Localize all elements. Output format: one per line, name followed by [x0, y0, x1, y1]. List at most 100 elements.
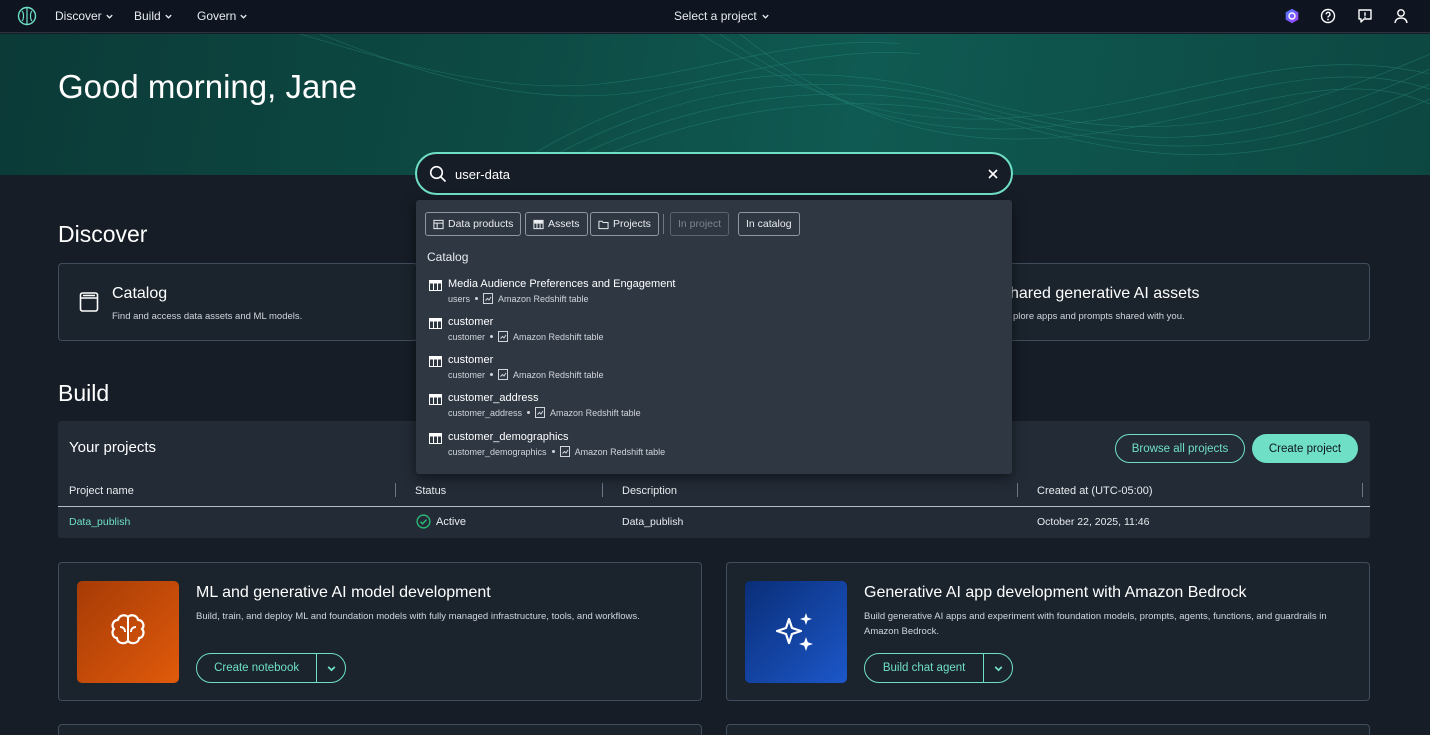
filter-chip-assets-label: Assets [548, 218, 580, 230]
search-result-item[interactable]: Media Audience Preferences and Engagemen… [426, 278, 1001, 314]
shared-ai-assets-desc: plore apps and prompts shared with you. [1013, 311, 1185, 322]
filter-chip-assets[interactable]: Assets [525, 212, 588, 236]
column-divider[interactable] [1017, 483, 1018, 497]
search-result-meta: customer_address Amazon Redshift table [448, 407, 641, 418]
separator-dot [527, 411, 531, 414]
catalog-card-title: Catalog [112, 285, 168, 302]
data-product-icon [433, 219, 444, 229]
bedrock-card-desc-line2: Amazon Bedrock. [864, 626, 939, 637]
search-result-meta: customer Amazon Redshift table [448, 369, 604, 380]
search-result-source: customer [448, 331, 486, 342]
project-selector-label: Select a project [674, 9, 757, 23]
folder-icon [598, 220, 609, 229]
search-input[interactable] [455, 162, 975, 186]
project-description: Data_publish [622, 516, 684, 528]
search-result-item[interactable]: customer customer Amazon Redshift table [426, 354, 1001, 390]
search-result-type: Amazon Redshift table [498, 293, 589, 304]
separator-dot [551, 450, 555, 453]
column-header-status[interactable]: Status [415, 485, 446, 497]
feature-card-partial [58, 724, 702, 735]
search-result-name: customer_demographics [448, 431, 569, 443]
filter-chip-in-project[interactable]: In project [670, 212, 730, 236]
browse-all-projects-button[interactable]: Browse all projects [1115, 434, 1245, 463]
search-result-type: Amazon Redshift table [513, 369, 604, 380]
chevron-down-icon [165, 14, 172, 19]
build-chat-agent-split-button: Build chat agent [864, 653, 1013, 683]
redshift-table-icon [535, 407, 546, 418]
chevron-down-icon [762, 14, 769, 19]
nav-menu-build-label: Build [134, 9, 161, 23]
search-result-meta: users Amazon Redshift table [448, 293, 589, 304]
sparkle-icon [775, 613, 813, 651]
column-header-description[interactable]: Description [622, 485, 677, 497]
search-result-name: customer_address [448, 392, 539, 404]
global-search-box [415, 152, 1013, 195]
column-header-created-at[interactable]: Created at (UTC-05:00) [1037, 485, 1153, 497]
project-created-at: October 22, 2025, 11:46 [1037, 516, 1150, 528]
help-icon[interactable] [1320, 8, 1336, 24]
feedback-icon[interactable] [1357, 8, 1373, 24]
filter-chip-projects[interactable]: Projects [590, 212, 659, 236]
column-divider[interactable] [602, 483, 603, 497]
user-profile-icon[interactable] [1393, 8, 1409, 24]
nav-menu-govern[interactable]: Govern [197, 9, 248, 23]
search-result-item[interactable]: customer customer Amazon Redshift table [426, 316, 1001, 352]
search-result-name: customer [448, 354, 494, 366]
search-result-meta: customer Amazon Redshift table [448, 331, 604, 342]
separator-dot [490, 335, 494, 338]
build-chat-agent-dropdown[interactable] [984, 654, 1012, 682]
table-icon [429, 280, 442, 291]
nav-menu-govern-label: Govern [197, 9, 237, 23]
nav-menu-build[interactable]: Build [134, 9, 173, 23]
search-icon [429, 165, 447, 183]
amazon-q-icon[interactable] [1284, 8, 1300, 24]
shared-ai-assets-card[interactable]: hared generative AI assets plore apps an… [1000, 263, 1370, 341]
column-divider[interactable] [1362, 483, 1363, 497]
discover-section-title: Discover [58, 221, 148, 247]
search-result-item[interactable]: customer_address customer_address Amazon… [426, 392, 1001, 428]
ml-card-desc: Build, train, and deploy ML and foundati… [196, 611, 640, 622]
catalog-card-desc: Find and access data assets and ML model… [112, 311, 303, 322]
greeting-heading: Good morning, Jane [58, 68, 358, 105]
filter-chip-in-catalog[interactable]: In catalog [738, 212, 800, 236]
clear-search-icon[interactable] [986, 167, 1000, 181]
search-result-type: Amazon Redshift table [574, 446, 666, 457]
filter-chip-data-products[interactable]: Data products [425, 212, 522, 236]
table-icon [429, 394, 442, 405]
status-active-icon [416, 514, 431, 529]
table-icon [533, 219, 544, 229]
top-navigation-bar: Discover Build Govern Select a project [0, 0, 1430, 33]
create-notebook-split-button: Create notebook [196, 653, 346, 683]
create-notebook-dropdown[interactable] [317, 654, 345, 682]
project-link-data-publish[interactable]: Data_publish [69, 516, 130, 528]
feature-card-partial [726, 724, 1370, 735]
catalog-card[interactable]: Catalog Find and access data assets and … [58, 263, 418, 341]
chevron-down-icon [327, 665, 336, 671]
ml-card-title: ML and generative AI model development [196, 584, 491, 601]
bedrock-sparkle-illustration [745, 581, 847, 683]
app-logo-icon[interactable] [17, 6, 37, 26]
redshift-table-icon [483, 293, 494, 304]
search-result-item[interactable]: customer_demographics customer_demograph… [426, 431, 1001, 467]
search-result-name: Media Audience Preferences and Engagemen… [448, 278, 676, 290]
column-header-project-name[interactable]: Project name [69, 485, 134, 497]
bedrock-app-development-card: Generative AI app development with Amazo… [726, 562, 1370, 701]
search-result-name: customer [448, 316, 494, 328]
build-chat-agent-button[interactable]: Build chat agent [865, 654, 985, 682]
table-icon [429, 433, 442, 444]
ml-brain-illustration [77, 581, 179, 683]
redshift-table-icon [559, 446, 570, 457]
nav-menu-discover[interactable]: Discover [55, 9, 114, 23]
project-selector[interactable]: Select a project [674, 9, 770, 23]
table-header-divider [58, 506, 1370, 507]
search-result-type: Amazon Redshift table [513, 331, 604, 342]
nav-menu-discover-label: Discover [55, 9, 102, 23]
create-project-button[interactable]: Create project [1252, 434, 1358, 463]
table-icon [429, 356, 442, 367]
bedrock-card-title: Generative AI app development with Amazo… [864, 584, 1247, 601]
build-section-title: Build [58, 380, 110, 406]
chevron-down-icon [240, 14, 248, 19]
column-divider[interactable] [395, 483, 396, 497]
chevron-down-icon [994, 665, 1003, 671]
create-notebook-button[interactable]: Create notebook [197, 654, 318, 682]
